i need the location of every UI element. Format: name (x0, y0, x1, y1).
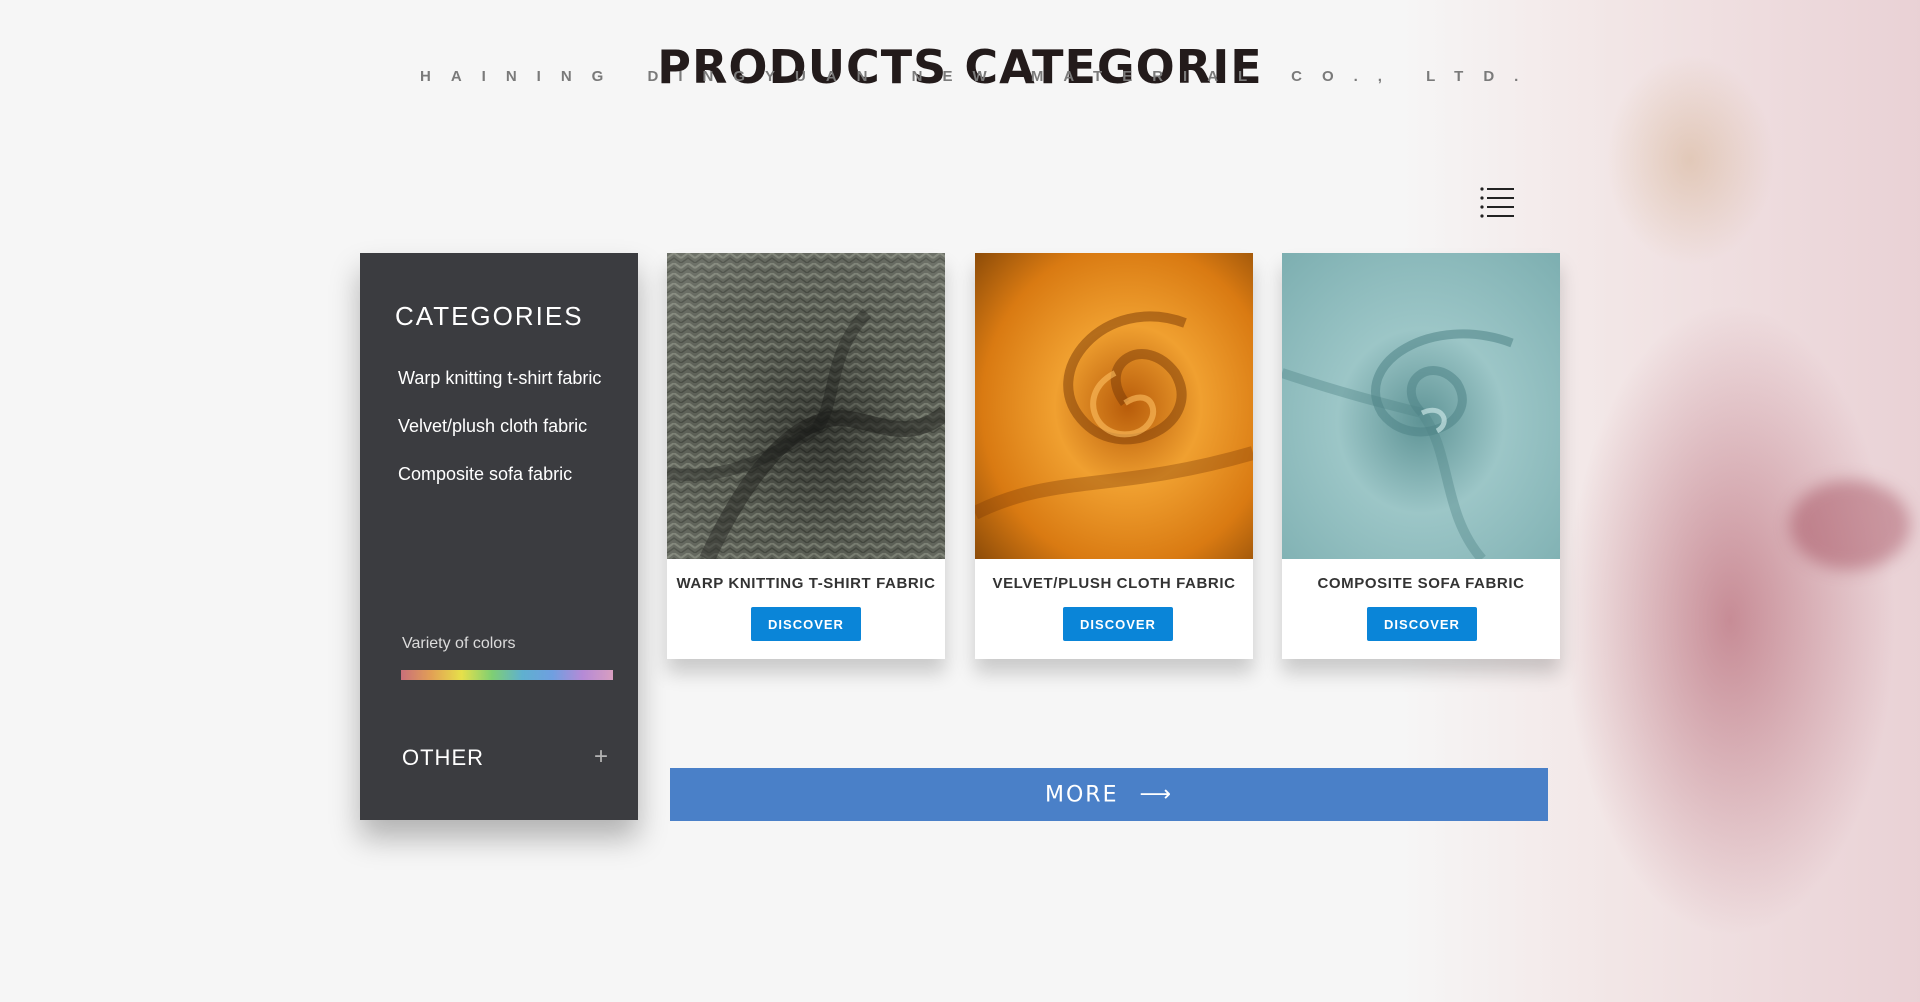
category-item-velvet-plush[interactable]: Velvet/plush cloth fabric (398, 415, 601, 463)
page-header: PRODUCTS CATEGORIE (0, 40, 1920, 94)
discover-button-warp-knitting[interactable]: DISCOVER (751, 607, 861, 641)
sidebar-title: CATEGORIES (395, 301, 584, 331)
other-category-toggle[interactable]: OTHER + (402, 743, 608, 777)
page-title: PRODUCTS CATEGORIE (657, 40, 1263, 94)
menu-list-icon[interactable] (1480, 186, 1516, 218)
category-list: Warp knitting t-shirt fabric Velvet/plus… (398, 367, 601, 511)
product-card-velvet: VELVET/PLUSH CLOTH FABRIC DISCOVER (971, 253, 1255, 659)
discover-button-composite-sofa[interactable]: DISCOVER (1367, 607, 1477, 641)
product-title: WARP KNITTING T-SHIRT FABRIC (676, 575, 936, 592)
company-subtitle: HAINING DINGYUAN NEW MATERIAL CO., LTD. (420, 68, 1539, 85)
more-label: MORE (1044, 782, 1119, 808)
arrow-right-icon: ⟶ (1139, 782, 1174, 808)
category-item-warp-knitting[interactable]: Warp knitting t-shirt fabric (398, 367, 601, 415)
discover-button-velvet[interactable]: DISCOVER (1063, 607, 1173, 641)
product-title: COMPOSITE SOFA FABRIC (1317, 575, 1525, 592)
fabric-image-composite-sofa (1280, 253, 1560, 563)
more-button[interactable]: MORE ⟶ (670, 768, 1548, 821)
other-label: OTHER (402, 745, 484, 770)
plus-icon: + (593, 743, 608, 770)
categories-sidebar: CATEGORIES Warp knitting t-shirt fabric … (360, 253, 638, 820)
fabric-image-velvet (971, 253, 1255, 559)
fabric-image-warp-knitting (666, 253, 951, 563)
category-item-composite-sofa[interactable]: Composite sofa fabric (398, 463, 601, 511)
product-title: VELVET/PLUSH CLOTH FABRIC (992, 575, 1236, 592)
product-card-composite-sofa: COMPOSITE SOFA FABRIC DISCOVER (1280, 253, 1560, 659)
background-figure-shade (1790, 480, 1910, 570)
product-card-warp-knitting: WARP KNITTING T-SHIRT FABRIC DISCOVER (666, 253, 951, 659)
color-spectrum-bar (401, 670, 613, 680)
variety-of-colors-label: Variety of colors (402, 635, 516, 652)
